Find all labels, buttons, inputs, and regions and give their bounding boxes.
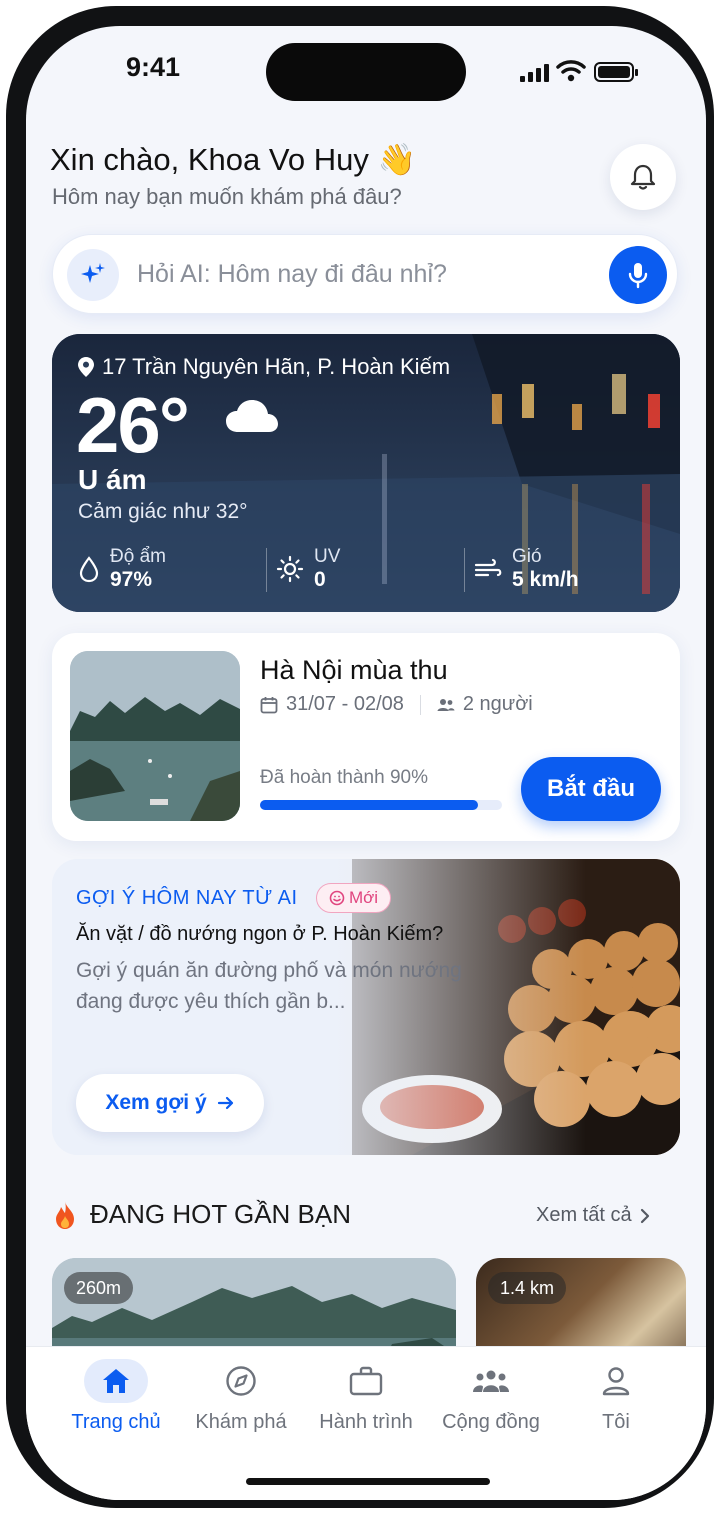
trip-meta: 31/07 - 02/08 2 người xyxy=(260,693,533,716)
tab-home[interactable]: Trang chủ xyxy=(51,1359,181,1434)
tab-profile[interactable]: Tôi xyxy=(551,1359,681,1434)
hot-section-header: ĐANG HOT GẦN BẠN xyxy=(52,1199,351,1230)
weather-condition: U ám xyxy=(78,464,147,495)
meta-divider xyxy=(419,694,421,715)
droplet-icon xyxy=(79,556,99,583)
greeting-title: Xin chào, Khoa Vo Huy 👋 xyxy=(50,142,417,177)
home-icon xyxy=(84,1359,148,1403)
view-suggestion-label: Xem gợi ý xyxy=(105,1091,207,1114)
compass-icon xyxy=(209,1359,273,1403)
tab-bar: Trang chủ Khám phá Hành trình Cộng đồng … xyxy=(26,1346,706,1500)
briefcase-icon xyxy=(334,1359,398,1403)
tab-journey[interactable]: Hành trình xyxy=(301,1359,431,1434)
weather-wind: Gió 5 km/h xyxy=(474,546,579,592)
status-bar: 9:41 xyxy=(26,26,706,126)
user-icon xyxy=(584,1359,648,1403)
trip-progress-bar xyxy=(260,800,502,810)
wind-label: Gió xyxy=(512,546,542,567)
wind-value: 5 km/h xyxy=(512,568,579,591)
weather-temperature: 26° xyxy=(76,381,190,469)
tab-profile-label: Tôi xyxy=(602,1411,630,1433)
ai-suggestion-tag: GỢI Ý HÔM NAY TỪ AI xyxy=(76,887,298,909)
dynamic-island xyxy=(266,43,466,101)
greeting-subtitle: Hôm nay bạn muốn khám phá đâu? xyxy=(52,184,402,209)
ai-suggestion-card[interactable]: GỢI Ý HÔM NAY TỪ AI Mới Ăn vặt / đồ nướn… xyxy=(52,859,680,1155)
trip-progress-label: Đã hoàn thành 90% xyxy=(260,767,428,788)
signal-icon xyxy=(520,64,549,82)
ai-suggestion-description: Gợi ý quán ăn đường phố và món nướng đan… xyxy=(76,959,462,1013)
view-suggestion-button[interactable]: Xem gợi ý xyxy=(76,1074,264,1132)
tab-community-label: Cộng đồng xyxy=(442,1411,540,1433)
weather-humidity: Độ ẩm 97% xyxy=(78,546,166,592)
uv-label: UV xyxy=(314,546,341,567)
weather-uv: UV 0 xyxy=(276,546,340,592)
tab-community[interactable]: Cộng đồng xyxy=(426,1359,556,1434)
trip-title: Hà Nội mùa thu xyxy=(260,655,448,685)
calendar-icon xyxy=(260,696,278,713)
fire-icon xyxy=(56,1200,74,1229)
weather-location-text: 17 Trần Nguyên Hãn, P. Hoàn Kiếm xyxy=(102,354,451,379)
ai-suggestion-question: Ăn vặt / đồ nướng ngon ở P. Hoàn Kiếm? xyxy=(76,923,444,945)
microphone-icon xyxy=(628,263,648,289)
smile-icon xyxy=(329,890,345,906)
app-screen: 9:41 Xin chào, Khoa Vo Huy 👋 Hôm nay bạn… xyxy=(26,26,706,1500)
bell-icon xyxy=(630,164,656,190)
new-badge: Mới xyxy=(316,883,392,913)
new-badge-label: Mới xyxy=(349,888,379,907)
tab-home-label: Trang chủ xyxy=(71,1411,161,1433)
trip-people: 2 người xyxy=(462,693,533,715)
cloud-icon xyxy=(226,400,278,432)
search-input[interactable]: Hỏi AI: Hôm nay đi đâu nhỉ? xyxy=(137,260,447,289)
see-all-link[interactable]: Xem tất cả xyxy=(536,1204,650,1227)
ai-search-bar[interactable]: Hỏi AI: Hôm nay đi đâu nhỉ? xyxy=(52,234,678,314)
battery-icon xyxy=(594,62,638,82)
trip-dates: 31/07 - 02/08 xyxy=(286,693,404,715)
tab-explore-label: Khám phá xyxy=(195,1411,287,1433)
weather-card[interactable]: 17 Trần Nguyên Hãn, P. Hoàn Kiếm 26° U á… xyxy=(52,334,680,612)
uv-value: 0 xyxy=(314,568,326,591)
voice-button[interactable] xyxy=(609,246,667,304)
distance-badge: 260m xyxy=(64,1272,134,1304)
humidity-value: 97% xyxy=(110,568,153,591)
home-indicator xyxy=(246,1478,490,1485)
location-pin-icon xyxy=(78,357,94,377)
stat-divider xyxy=(266,548,267,592)
sparkle-icon xyxy=(67,249,119,301)
see-all-label: Xem tất cả xyxy=(536,1204,632,1226)
weather-location: 17 Trần Nguyên Hãn, P. Hoàn Kiếm xyxy=(78,354,450,380)
weather-feels-like: Cảm giác như 32° xyxy=(78,500,248,523)
humidity-label: Độ ẩm xyxy=(110,546,166,567)
sun-icon xyxy=(276,555,304,583)
trip-card[interactable]: Hà Nội mùa thu 31/07 - 02/08 2 người Đã … xyxy=(52,633,680,841)
status-time: 9:41 xyxy=(126,52,181,82)
arrow-right-icon xyxy=(217,1096,233,1110)
wifi-icon xyxy=(556,60,586,82)
people-icon xyxy=(437,698,455,711)
community-icon xyxy=(459,1359,523,1403)
chevron-right-icon xyxy=(640,1208,649,1223)
phone-frame: 9:41 Xin chào, Khoa Vo Huy 👋 Hôm nay bạn… xyxy=(6,6,714,1508)
stat-divider xyxy=(464,548,465,592)
tab-explore[interactable]: Khám phá xyxy=(176,1359,306,1434)
hot-section-title: ĐANG HOT GẦN BẠN xyxy=(90,1199,352,1229)
trip-progress-fill xyxy=(260,800,478,810)
tab-journey-label: Hành trình xyxy=(319,1411,413,1433)
trip-image xyxy=(70,651,240,821)
wind-icon xyxy=(474,558,502,577)
notification-button[interactable] xyxy=(610,144,676,210)
start-trip-button[interactable]: Bắt đầu xyxy=(521,757,661,821)
distance-badge: 1.4 km xyxy=(488,1272,567,1304)
